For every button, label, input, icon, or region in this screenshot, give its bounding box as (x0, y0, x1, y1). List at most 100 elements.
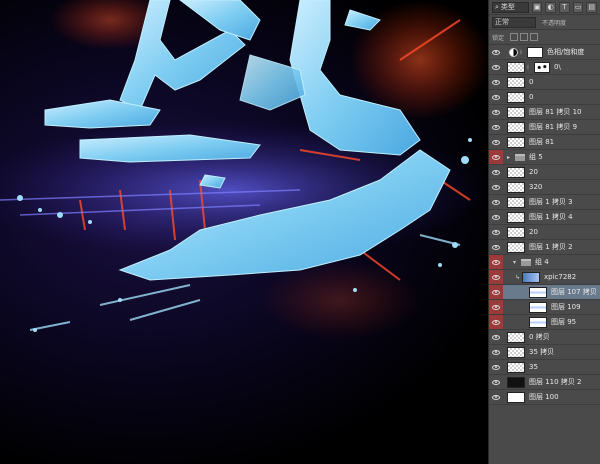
visibility-eye-icon[interactable] (489, 75, 503, 89)
layer-thumbnail[interactable] (507, 166, 525, 178)
layer-name: 0 拷贝 (529, 333, 550, 341)
visibility-eye-icon[interactable] (489, 165, 503, 179)
layer-thumbnail[interactable] (507, 211, 525, 223)
layer-thumbnail[interactable] (507, 121, 525, 133)
layer-name: 图层 81 (529, 138, 555, 146)
visibility-eye-icon[interactable] (489, 180, 503, 194)
layer-row[interactable]: 20 (489, 165, 600, 180)
mask-link-icon[interactable]: ⁞ (527, 64, 532, 71)
layer-row[interactable]: ⁞ 0\ (489, 60, 600, 75)
layer-row[interactable]: 35 拷贝 (489, 345, 600, 360)
visibility-eye-icon[interactable] (489, 105, 503, 119)
layer-row[interactable]: 图层 1 拷贝 2 (489, 240, 600, 255)
lock-position-icon[interactable] (520, 33, 529, 41)
visibility-eye-icon[interactable] (489, 90, 503, 104)
lock-all-icon[interactable] (530, 33, 539, 41)
layer-row[interactable]: 图层 81 拷贝 10 (489, 105, 600, 120)
layer-row[interactable]: 35 (489, 360, 600, 375)
visibility-eye-icon[interactable] (489, 210, 503, 224)
visibility-eye-icon[interactable] (489, 225, 503, 239)
visibility-eye-icon[interactable] (489, 240, 503, 254)
layer-thumbnail[interactable] (507, 136, 525, 148)
visibility-eye-icon[interactable] (489, 255, 503, 269)
layer-mask-thumbnail[interactable] (527, 46, 543, 58)
mask-link-icon[interactable]: ⁞ (520, 49, 525, 56)
layer-thumbnail[interactable] (507, 106, 525, 118)
layer-row[interactable]: 图层 95 (489, 315, 600, 330)
layer-row[interactable]: 20 (489, 225, 600, 240)
layer-row[interactable]: 图层 81 (489, 135, 600, 150)
layer-thumbnail[interactable] (507, 361, 525, 373)
layer-row[interactable]: 0 (489, 90, 600, 105)
blend-mode-select[interactable]: 正常 (492, 16, 536, 28)
layer-mask-thumbnail[interactable] (534, 61, 550, 73)
layer-name: 组 5 (529, 153, 543, 161)
visibility-eye-icon[interactable] (489, 360, 503, 374)
adjustment-filter-icon[interactable]: ◐ (545, 1, 557, 13)
layer-thumbnail[interactable] (529, 286, 547, 298)
filter-kind-select[interactable]: ⌕ 类型 (492, 1, 529, 13)
layer-thumbnail[interactable] (507, 391, 525, 403)
visibility-eye-icon[interactable] (489, 45, 503, 59)
visibility-eye-icon[interactable] (489, 390, 503, 404)
layer-row[interactable]: ⁞ 色相/饱和度 (489, 45, 600, 60)
visibility-eye-icon[interactable] (489, 345, 503, 359)
shape-filter-icon[interactable]: ▭ (572, 1, 584, 13)
layer-thumbnail[interactable] (507, 61, 525, 73)
smart-object-filter-icon[interactable]: ▤ (586, 1, 598, 13)
layer-row[interactable]: 图层 100 (489, 390, 600, 405)
visibility-eye-icon[interactable] (489, 375, 503, 389)
visibility-eye-icon[interactable] (489, 315, 503, 329)
visibility-eye-icon[interactable] (489, 270, 503, 284)
layer-row[interactable]: 0 (489, 75, 600, 90)
document-canvas[interactable] (0, 0, 488, 464)
visibility-eye-icon[interactable] (489, 150, 503, 164)
layer-thumbnail[interactable] (507, 76, 525, 88)
visibility-eye-icon[interactable] (489, 120, 503, 134)
layer-list: ⁞ 色相/饱和度 ⁞ 0\ 0 0 图层 81 拷贝 10 图层 81 拷贝 9 图层 81 ▸ 组… (489, 45, 600, 405)
layer-row[interactable]: 图层 107 拷贝 (489, 285, 600, 300)
layer-row[interactable]: 图层 81 拷贝 9 (489, 120, 600, 135)
group-expand-icon[interactable]: ▸ (507, 154, 513, 161)
layer-name: 图层 81 拷贝 10 (529, 108, 582, 116)
layer-row[interactable]: 图层 109 (489, 300, 600, 315)
visibility-eye-icon[interactable] (489, 195, 503, 209)
layer-name: 0 (529, 78, 534, 86)
layer-name: 图层 107 拷贝 (551, 288, 597, 296)
artwork (0, 0, 488, 340)
layer-row[interactable]: 图层 110 拷贝 2 (489, 375, 600, 390)
image-filter-icon[interactable]: ▣ (531, 1, 543, 13)
layer-row[interactable]: ▸ 组 5 (489, 150, 600, 165)
layer-thumbnail[interactable] (507, 346, 525, 358)
layer-row[interactable]: 320 (489, 180, 600, 195)
layer-row[interactable]: ↳ xpic7282 (489, 270, 600, 285)
visibility-eye-icon[interactable] (489, 285, 503, 299)
visibility-eye-icon[interactable] (489, 135, 503, 149)
layer-thumbnail[interactable] (507, 376, 525, 388)
layer-thumbnail[interactable] (507, 331, 525, 343)
visibility-eye-icon[interactable] (489, 300, 503, 314)
layer-thumbnail[interactable] (507, 241, 525, 253)
layer-row[interactable]: 0 拷贝 (489, 330, 600, 345)
layer-thumbnail[interactable] (522, 271, 540, 283)
search-icon: ⌕ (495, 2, 499, 11)
folder-icon (521, 258, 531, 266)
visibility-eye-icon[interactable] (489, 60, 503, 74)
layer-thumbnail[interactable] (507, 91, 525, 103)
layer-row[interactable]: ▾ 组 4 (489, 255, 600, 270)
layer-thumbnail[interactable] (507, 226, 525, 238)
visibility-eye-icon[interactable] (489, 330, 503, 344)
layer-filter-bar: ⌕ 类型 ▣ ◐ T ▭ ▤ (489, 0, 600, 15)
layer-row[interactable]: 图层 1 拷贝 3 (489, 195, 600, 210)
layer-thumbnail[interactable] (507, 196, 525, 208)
layer-thumbnail[interactable] (507, 181, 525, 193)
lock-pixels-icon[interactable] (510, 33, 519, 41)
layer-row[interactable]: 图层 1 拷贝 4 (489, 210, 600, 225)
group-expand-icon[interactable]: ▾ (513, 259, 519, 266)
layer-name: xpic7282 (544, 273, 577, 281)
type-filter-icon[interactable]: T (559, 1, 570, 13)
layer-thumbnail[interactable] (529, 301, 547, 313)
layer-thumbnail[interactable] (529, 316, 547, 328)
blend-mode-value: 正常 (495, 18, 509, 26)
filter-kind-label: 类型 (500, 3, 515, 11)
